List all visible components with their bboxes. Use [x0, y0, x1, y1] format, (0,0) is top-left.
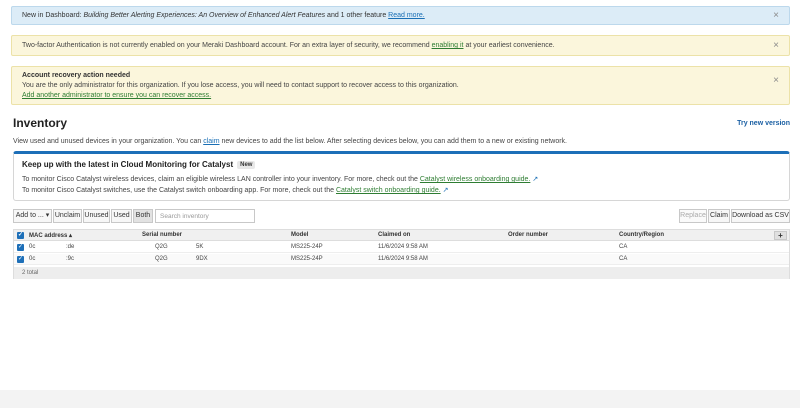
inventory-toolbar: Add to ... ▾ Unclaim Unused Used Both Re… [13, 209, 790, 223]
page-footer-strip [0, 390, 800, 408]
claim-link[interactable]: claim [203, 138, 219, 145]
country-cell: CA [619, 244, 628, 250]
two-factor-banner: Two-factor Authentication is not current… [11, 35, 790, 56]
claim-button[interactable]: Claim [708, 209, 730, 223]
col-claimed[interactable]: Claimed on [378, 232, 410, 238]
two-factor-text: Two-factor Authentication is not current… [22, 42, 432, 49]
close-icon[interactable]: × [773, 10, 779, 21]
both-filter-button[interactable]: Both [133, 209, 153, 223]
switch-guide-link[interactable]: Catalyst switch onboarding guide. [336, 187, 441, 194]
account-recovery-banner: Account recovery action needed You are t… [11, 66, 790, 105]
table-footer-count: 2 total [14, 267, 789, 279]
switch-text: To monitor Cisco Catalyst switches, use … [22, 187, 336, 194]
page-title: Inventory [13, 116, 68, 130]
col-country[interactable]: Country/Region [619, 232, 664, 238]
search-input[interactable] [155, 209, 255, 223]
replace-button[interactable]: Replace [679, 209, 707, 223]
unused-filter-button[interactable]: Unused [83, 209, 110, 223]
add-admin-link[interactable]: Add another administrator to ensure you … [22, 92, 211, 99]
serial-suffix: 5K [196, 244, 204, 250]
add-to-dropdown[interactable]: Add to ... ▾ [13, 209, 52, 223]
serial-prefix: Q2G [155, 256, 168, 262]
used-filter-button[interactable]: Used [111, 209, 132, 223]
inventory-description: View used and unused devices in your org… [13, 138, 567, 145]
download-csv-button[interactable]: Download as CSV [731, 209, 790, 223]
banner-prefix: New in Dashboard: [22, 12, 84, 19]
mac-prefix: 0c [29, 256, 36, 262]
page: New in Dashboard: Building Better Alerti… [0, 0, 800, 390]
wireless-guide-link[interactable]: Catalyst wireless onboarding guide. [420, 176, 531, 183]
serial-prefix: Q2G [155, 244, 168, 250]
banner-headline: Building Better Alerting Experiences: An… [83, 12, 326, 19]
col-mac[interactable]: MAC address ▴ [29, 232, 72, 239]
try-new-version-link[interactable]: Try new version [737, 120, 790, 127]
table-header: ✓ MAC address ▴ Serial number Model Clai… [14, 230, 789, 241]
add-column-button[interactable]: + [774, 231, 787, 240]
inventory-table: ✓ MAC address ▴ Serial number Model Clai… [13, 229, 790, 279]
serial-suffix: 9DX [196, 256, 208, 262]
claimed-cell: 11/6/2024 9:58 AM [378, 244, 428, 250]
table-row[interactable]: ✓ 0c :de Q2G 5K MS225-24P 11/6/2024 9:58… [14, 242, 789, 253]
card-title-row: Keep up with the latest in Cloud Monitor… [22, 160, 781, 169]
col-model[interactable]: Model [291, 232, 308, 238]
model-cell: MS225-24P [291, 244, 323, 250]
close-icon[interactable]: × [773, 40, 779, 51]
two-factor-suffix: at your earliest convenience. [463, 42, 555, 49]
close-icon[interactable]: × [773, 76, 779, 86]
external-link-icon[interactable]: ↗ [532, 176, 538, 183]
col-serial[interactable]: Serial number [142, 232, 182, 238]
mac-suffix: :9c [66, 256, 75, 262]
new-features-banner: New in Dashboard: Building Better Alerti… [11, 6, 790, 25]
banner-suffix: and 1 other feature [325, 12, 387, 19]
model-cell: MS225-24P [291, 256, 323, 262]
enable-2fa-link[interactable]: enabling it [432, 42, 464, 49]
table-row[interactable]: ✓ 0c :9c Q2G 9DX MS225-24P 11/6/2024 9:5… [14, 254, 789, 265]
catalyst-monitoring-card: Keep up with the latest in Cloud Monitor… [13, 151, 790, 201]
unclaim-button[interactable]: Unclaim [53, 209, 82, 223]
new-badge: New [237, 160, 256, 169]
switch-line: To monitor Cisco Catalyst switches, use … [22, 186, 781, 194]
claimed-cell: 11/6/2024 9:58 AM [378, 256, 428, 262]
external-link-icon[interactable]: ↗ [443, 187, 449, 194]
country-cell: CA [619, 256, 628, 262]
wireless-text: To monitor Cisco Catalyst wireless devic… [22, 176, 420, 183]
desc-after: new devices to add the list below. After… [219, 138, 568, 145]
read-more-link[interactable]: Read more. [388, 12, 425, 19]
mac-prefix: 0c [29, 244, 36, 250]
card-title: Keep up with the latest in Cloud Monitor… [22, 160, 234, 169]
col-order[interactable]: Order number [508, 232, 548, 238]
desc-before: View used and unused devices in your org… [13, 138, 204, 145]
row-checkbox[interactable]: ✓ [17, 256, 24, 263]
mac-suffix: :de [66, 244, 75, 250]
wireless-line: To monitor Cisco Catalyst wireless devic… [22, 175, 781, 183]
recovery-text: You are the only administrator for this … [22, 82, 459, 89]
row-checkbox[interactable]: ✓ [17, 244, 24, 251]
select-all-checkbox[interactable]: ✓ [17, 232, 24, 239]
recovery-title: Account recovery action needed [22, 72, 131, 79]
